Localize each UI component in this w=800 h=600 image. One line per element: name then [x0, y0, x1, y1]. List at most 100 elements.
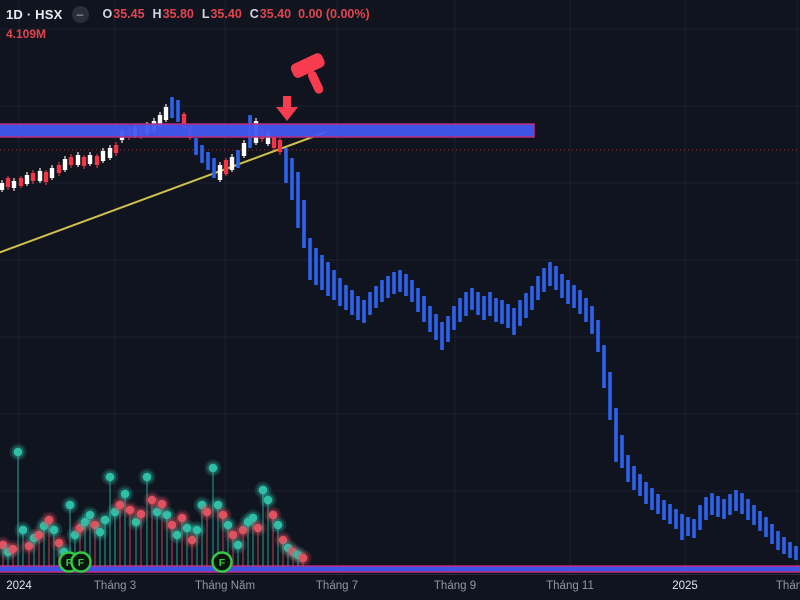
volume-dot	[95, 527, 105, 537]
candle	[338, 278, 342, 306]
candle	[614, 408, 618, 462]
low-label: L	[201, 7, 210, 21]
candle	[410, 280, 414, 302]
volume-dot	[253, 523, 263, 533]
candle	[584, 298, 588, 322]
candle	[422, 296, 426, 322]
volume-dot	[263, 495, 273, 505]
candle	[428, 306, 432, 332]
legend-collapse-button[interactable]: –	[71, 5, 89, 23]
high-value: 35.80	[162, 7, 194, 21]
trading-chart-screen: FFF 1D · HSX – O 35.45 H 35.80 L 35.40 C 35.…	[0, 0, 800, 600]
candle	[212, 158, 216, 178]
resistance-zone[interactable]	[0, 123, 535, 138]
candle	[620, 435, 624, 468]
candle	[602, 345, 606, 388]
candle	[476, 292, 480, 315]
candle	[223, 160, 229, 174]
candle	[75, 155, 81, 165]
time-axis-label: 2025	[672, 580, 698, 592]
candle	[734, 490, 738, 511]
candle	[668, 504, 672, 524]
candle	[320, 255, 324, 290]
candle	[728, 494, 732, 515]
candle	[284, 148, 288, 183]
candle	[398, 270, 402, 292]
candle	[674, 509, 678, 529]
candle	[81, 157, 87, 166]
down-arrow-annotation-icon[interactable]	[276, 96, 298, 121]
symbol-interval-exchange[interactable]: 1D · HSX	[6, 7, 63, 22]
low-value: 35.40	[210, 7, 242, 21]
candle	[176, 100, 180, 122]
candle	[107, 148, 113, 158]
candle	[163, 107, 169, 120]
volume-dot	[105, 472, 115, 482]
event-flag-badge[interactable]: F	[211, 551, 233, 573]
candle	[440, 322, 444, 350]
candle	[548, 262, 552, 286]
candle	[392, 272, 396, 294]
volume-dot	[65, 500, 75, 510]
legend-row-volume: 4.109M	[6, 25, 370, 43]
volume-dot	[13, 447, 23, 457]
candle	[758, 511, 762, 531]
candle	[170, 97, 174, 118]
candle	[494, 298, 498, 322]
candle	[56, 165, 62, 173]
candle	[362, 300, 366, 323]
candle	[113, 145, 119, 153]
volume-dot	[273, 520, 283, 530]
candle	[326, 262, 330, 296]
candle	[344, 285, 348, 310]
candle	[788, 542, 792, 558]
candle	[560, 274, 564, 298]
candle	[566, 280, 570, 304]
candle	[638, 474, 642, 496]
candle	[524, 293, 528, 318]
candle	[710, 493, 714, 515]
time-axis-label: Tháng 7	[315, 580, 359, 592]
candle	[302, 200, 306, 248]
candle	[43, 172, 49, 182]
candle	[308, 238, 312, 280]
candle	[37, 171, 43, 181]
candle	[542, 268, 546, 292]
time-axis[interactable]: 2024 Tháng 3 Tháng Năm Tháng 7 Tháng 9 Tháng …	[0, 574, 800, 600]
candle	[608, 372, 612, 420]
volume-dot	[142, 472, 152, 482]
price-chart-canvas[interactable]: FFF	[0, 0, 800, 575]
candle	[24, 175, 30, 184]
volume-value: 4.109M	[6, 27, 47, 41]
candle	[746, 499, 750, 520]
open-value: 35.45	[113, 7, 145, 21]
candle	[386, 276, 390, 298]
time-axis-label: Tháng 3	[93, 580, 137, 592]
candle	[752, 505, 756, 525]
event-flag-letter: F	[219, 557, 226, 569]
candle	[506, 304, 510, 328]
change-value: 0.00 (0.00%)	[298, 7, 370, 21]
event-flag-badge[interactable]: F	[70, 551, 92, 573]
candle	[241, 143, 247, 156]
support-line-zone[interactable]	[0, 565, 800, 573]
gavel-annotation-icon[interactable]	[289, 52, 336, 101]
candle	[470, 288, 474, 310]
candle	[536, 276, 540, 300]
volume-dot	[298, 553, 308, 563]
candle	[704, 497, 708, 520]
candle	[290, 158, 294, 200]
close-value: 35.40	[259, 7, 292, 21]
event-flag-letter: F	[78, 557, 85, 569]
candle	[194, 138, 198, 155]
candle	[716, 496, 720, 517]
volume-dot	[100, 515, 110, 525]
candle	[446, 316, 450, 342]
candle	[482, 296, 486, 320]
candle	[271, 136, 277, 148]
candle	[656, 494, 660, 514]
candle	[5, 178, 11, 187]
candle	[229, 157, 235, 170]
candle	[794, 546, 798, 560]
candle	[0, 183, 5, 190]
